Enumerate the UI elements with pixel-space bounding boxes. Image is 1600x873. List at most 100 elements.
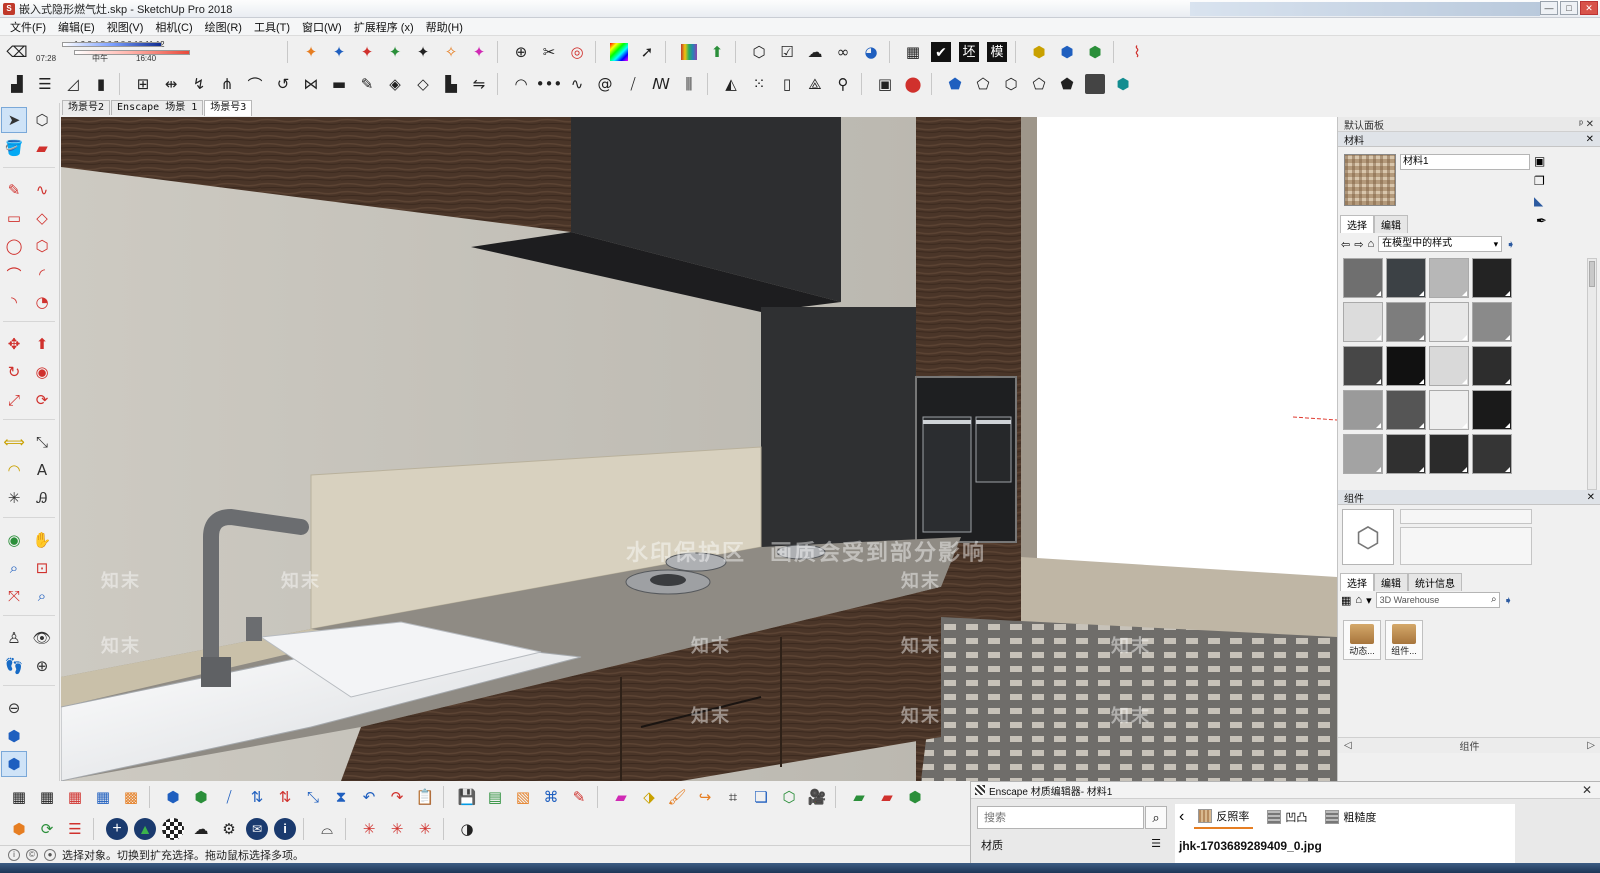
back-arrow-icon[interactable]: ⇦ bbox=[1341, 238, 1350, 251]
align-icon[interactable]: ⊞ bbox=[130, 71, 156, 97]
crosshair-icon[interactable]: ⊕ bbox=[508, 39, 534, 65]
comb-icon[interactable]: ꟿ bbox=[648, 71, 674, 97]
target-icon[interactable]: ◎ bbox=[564, 39, 590, 65]
3d-viewport[interactable]: 水印保护区 画质会受到部分影响 知末 知末 知末 知末 知末 知末 知末 知末 … bbox=[61, 117, 1337, 781]
previous-view-icon[interactable]: ⌕ bbox=[29, 583, 55, 609]
diamond-grid2-icon[interactable]: ◇ bbox=[410, 71, 436, 97]
curve-icon[interactable]: ↺ bbox=[270, 71, 296, 97]
close-button[interactable]: ✕ bbox=[1580, 1, 1598, 15]
pink-eraser-icon[interactable]: ▰ bbox=[608, 784, 634, 810]
material-name-field[interactable]: 材料1 bbox=[1400, 154, 1530, 170]
search-icon[interactable]: ⌕ bbox=[1491, 593, 1497, 607]
search-icon[interactable]: ⌕ bbox=[1145, 806, 1167, 829]
look-around-icon[interactable]: 👁 bbox=[29, 625, 55, 651]
clipboard-icon[interactable]: 📋 bbox=[412, 784, 438, 810]
enscape-tab-bump[interactable]: 凹凸 bbox=[1263, 806, 1311, 828]
materials-tab-edit[interactable]: 编辑 bbox=[1374, 215, 1408, 233]
material-swatch[interactable] bbox=[1386, 258, 1426, 298]
material-swatch[interactable] bbox=[1343, 434, 1383, 474]
box-icon[interactable]: ⬡ bbox=[746, 39, 772, 65]
home-icon[interactable]: ⌂ bbox=[1355, 594, 1362, 606]
grid-orange-icon[interactable]: ▩ bbox=[118, 784, 144, 810]
spiral-icon[interactable]: @ bbox=[592, 71, 618, 97]
pan-tool-icon[interactable]: ✋ bbox=[29, 527, 55, 553]
enscape-start-icon[interactable]: ⬢ bbox=[6, 816, 32, 842]
cube-yellow-icon[interactable]: ⬢ bbox=[1026, 39, 1052, 65]
door-icon[interactable]: ▯ bbox=[774, 71, 800, 97]
hourglass-icon[interactable]: ⧗ bbox=[328, 784, 354, 810]
axes-red-icon[interactable]: ✦ bbox=[354, 39, 380, 65]
cube-blue-icon[interactable]: ⬢ bbox=[1054, 39, 1080, 65]
save-icon[interactable]: 💾 bbox=[454, 784, 480, 810]
bend-icon[interactable]: ↯ bbox=[186, 71, 212, 97]
pen-curve-icon[interactable]: ✎ bbox=[354, 71, 380, 97]
pie-tool-icon[interactable]: ◔ bbox=[29, 289, 55, 315]
broom-icon[interactable]: ⚲ bbox=[830, 71, 856, 97]
tree-icon[interactable]: ▲ bbox=[132, 816, 158, 842]
axes-green-icon[interactable]: ✦ bbox=[382, 39, 408, 65]
dimension-tool-icon[interactable]: ⤡ bbox=[29, 429, 55, 455]
menu-view[interactable]: 视图(V) bbox=[101, 19, 150, 35]
arrows-red-icon[interactable]: ⇅ bbox=[272, 784, 298, 810]
shadow-settings[interactable]: 1 2 3 4 5 6 7 8 9 10 11 12 07:28 中午 16:4… bbox=[36, 39, 276, 65]
chevron-left-icon[interactable]: ◁ bbox=[1344, 740, 1352, 751]
polyline-icon[interactable]: ⌇ bbox=[1124, 39, 1150, 65]
zoom-tool-icon[interactable]: ⌕ bbox=[1, 555, 27, 581]
tray-pin-close[interactable]: ᵖ ✕ bbox=[1579, 119, 1594, 130]
text-tool-icon[interactable]: A bbox=[29, 457, 55, 483]
rotated-rect-tool-icon[interactable]: ◇ bbox=[29, 205, 55, 231]
components-section-header[interactable]: 组件 ✕ bbox=[1338, 490, 1600, 505]
pencil-icon[interactable]: ✎ bbox=[566, 784, 592, 810]
menu-tools[interactable]: 工具(T) bbox=[248, 19, 296, 35]
book-green2-icon[interactable]: ⬢ bbox=[902, 784, 928, 810]
enscape-tab-roughness[interactable]: 粗糙度 bbox=[1321, 806, 1380, 828]
menu-window[interactable]: 窗口(W) bbox=[296, 19, 348, 35]
maximize-button[interactable]: □ bbox=[1560, 1, 1578, 15]
knife-icon[interactable]: ✂ bbox=[536, 39, 562, 65]
eyedropper-icon[interactable]: ✒ bbox=[1536, 213, 1547, 229]
user-icon[interactable]: ● bbox=[44, 848, 56, 861]
settings-gear-icon[interactable]: ⚙ bbox=[216, 816, 242, 842]
tag-icon[interactable]: ⌗ bbox=[720, 784, 746, 810]
char-icon-1[interactable]: 坯 bbox=[956, 39, 982, 65]
paint-bucket-icon[interactable]: 🪣 bbox=[1, 135, 27, 161]
cursor-star-icon[interactable]: ➚ bbox=[634, 39, 660, 65]
scene-tab-3[interactable]: 场景号3 bbox=[204, 100, 253, 116]
menu-help[interactable]: 帮助(H) bbox=[420, 19, 469, 35]
material-swatch[interactable] bbox=[1429, 258, 1469, 298]
checker-icon[interactable] bbox=[160, 816, 186, 842]
menu-camera[interactable]: 相机(C) bbox=[149, 19, 198, 35]
components-tab-statistics[interactable]: 统计信息 bbox=[1408, 573, 1462, 591]
material-swatch[interactable] bbox=[1472, 346, 1512, 386]
circle-tool-icon[interactable]: ◯ bbox=[1, 233, 27, 259]
color-grid-icon[interactable] bbox=[606, 39, 632, 65]
curve-tool-icon[interactable]: ⌓ bbox=[314, 816, 340, 842]
spacing-icon[interactable]: ⇹ bbox=[158, 71, 184, 97]
polygon-tool-icon[interactable]: ⬡ bbox=[29, 233, 55, 259]
flip-icon[interactable]: ⇋ bbox=[466, 71, 492, 97]
enscape-tab-albedo[interactable]: 反照率 bbox=[1194, 805, 1254, 829]
components-tab-select[interactable]: 选择 bbox=[1340, 573, 1374, 591]
details-arrow-icon[interactable]: ➧ bbox=[1506, 238, 1515, 251]
material-swatch[interactable] bbox=[1386, 346, 1426, 386]
material-swatch[interactable] bbox=[1472, 390, 1512, 430]
axes-tool-icon[interactable]: ✳ bbox=[1, 485, 27, 511]
book-green-icon[interactable]: ▰ bbox=[846, 784, 872, 810]
material-swatch[interactable] bbox=[1386, 390, 1426, 430]
material-swatch[interactable] bbox=[1343, 390, 1383, 430]
redo-icon[interactable]: ↷ bbox=[384, 784, 410, 810]
tape-measure-icon[interactable]: ⟺ bbox=[1, 429, 27, 455]
axes-blue-icon[interactable]: ✦ bbox=[326, 39, 352, 65]
face-style-white-icon[interactable]: ⬠ bbox=[970, 71, 996, 97]
component-item-components[interactable]: 组件... bbox=[1385, 620, 1423, 660]
minimize-button[interactable]: — bbox=[1540, 1, 1558, 15]
sphere-icon[interactable]: ◕ bbox=[858, 39, 884, 65]
scale-tool-icon[interactable]: ⤢ bbox=[1, 387, 27, 413]
enscape-views-icon[interactable]: ☰ bbox=[62, 816, 88, 842]
3d-text-tool-icon[interactable]: Ꭿ bbox=[29, 485, 55, 511]
slash-icon[interactable]: ⧸ bbox=[620, 71, 646, 97]
material-display-icon[interactable]: ▣ bbox=[1534, 154, 1545, 168]
table-icon[interactable]: ▦ bbox=[900, 39, 926, 65]
checkbox-icon[interactable]: ☑ bbox=[774, 39, 800, 65]
drop-icon[interactable]: ▙ bbox=[438, 71, 464, 97]
